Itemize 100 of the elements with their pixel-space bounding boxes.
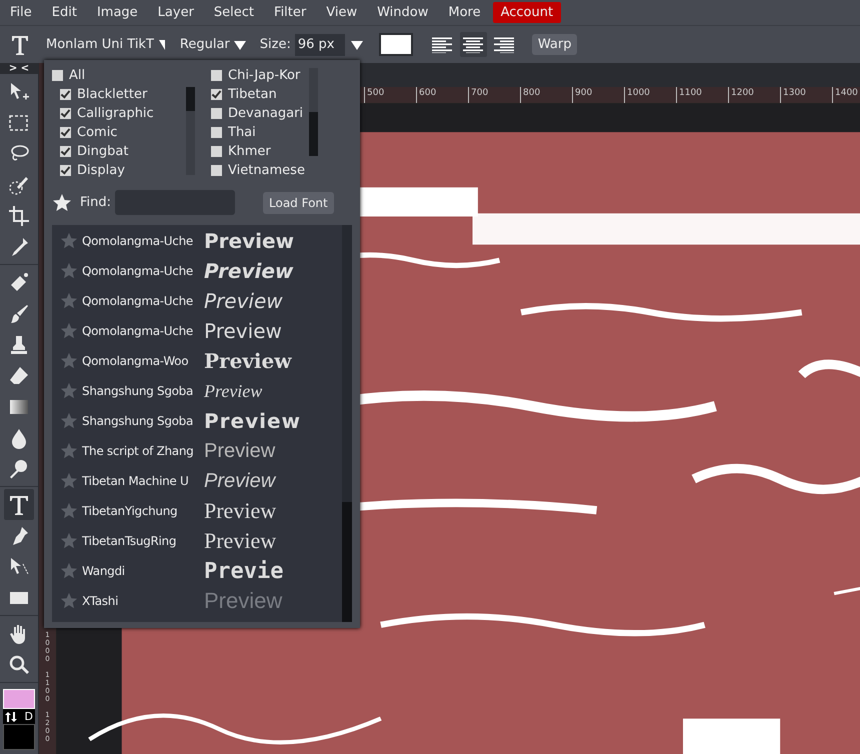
star-icon[interactable] bbox=[60, 262, 78, 280]
size-field[interactable]: 96 px bbox=[294, 34, 345, 56]
font-preview: Preview bbox=[204, 380, 262, 402]
font-name: Qomolangma-Uche bbox=[82, 324, 194, 338]
scrollbar[interactable] bbox=[186, 87, 195, 175]
type-tool-icon bbox=[10, 34, 30, 56]
caret-icon[interactable] bbox=[350, 40, 363, 50]
font-preview: Preview bbox=[204, 528, 276, 554]
align-center-icon[interactable] bbox=[460, 32, 487, 57]
font-preview: Preview bbox=[204, 470, 276, 492]
ruler-label: 1400 bbox=[832, 87, 860, 103]
star-icon[interactable] bbox=[60, 382, 78, 400]
menu-item[interactable]: File bbox=[2, 2, 40, 23]
star-icon[interactable] bbox=[60, 442, 78, 460]
ruler-label: 1200 bbox=[728, 87, 780, 103]
checkbox[interactable] bbox=[60, 146, 71, 157]
star-icon[interactable] bbox=[60, 412, 78, 430]
font-preview: Preview bbox=[204, 440, 276, 462]
checkbox-label: All bbox=[69, 68, 86, 83]
font-preview: Previe bbox=[204, 558, 284, 584]
menu-item[interactable]: Edit bbox=[44, 2, 85, 23]
menu-item[interactable]: Select bbox=[206, 2, 262, 23]
checkbox-label: Dingbat bbox=[77, 144, 128, 159]
caret-icon bbox=[158, 40, 166, 50]
color-swatch[interactable] bbox=[378, 33, 413, 56]
font-name: The script of Zhang bbox=[82, 444, 194, 458]
menu-item[interactable]: View bbox=[318, 2, 366, 23]
find-label: Find: bbox=[80, 195, 112, 210]
checkbox[interactable] bbox=[60, 89, 71, 100]
menu-item[interactable]: Account bbox=[492, 2, 562, 23]
checkbox-label: Tibetan bbox=[228, 87, 277, 102]
menu-item[interactable]: Filter bbox=[266, 2, 314, 23]
font-name: Qomolangma-Uche bbox=[82, 234, 194, 248]
font-name: TibetanTsugRing bbox=[82, 534, 178, 548]
font-dropdown[interactable]: Monlam Uni TikT bbox=[46, 37, 166, 52]
menu-item[interactable]: Layer bbox=[150, 2, 202, 23]
menu-item[interactable]: Window bbox=[369, 2, 436, 23]
ruler-label: 1100 bbox=[676, 87, 728, 103]
checkbox[interactable] bbox=[60, 108, 71, 119]
eraser-icon bbox=[8, 364, 30, 386]
star-icon[interactable] bbox=[60, 502, 78, 520]
load-font-button[interactable]: Load Font bbox=[263, 192, 334, 214]
font-preview: Preview bbox=[204, 319, 282, 343]
menu-item[interactable]: Image bbox=[88, 2, 146, 23]
checkbox-label: Display bbox=[77, 163, 125, 178]
ruler-label: 1300 bbox=[780, 87, 832, 103]
style-dropdown[interactable]: Regular bbox=[180, 37, 246, 52]
star-icon[interactable] bbox=[60, 322, 78, 340]
scrollbar-thumb[interactable] bbox=[186, 87, 195, 111]
scrollbar[interactable] bbox=[342, 225, 352, 622]
font-preview: Preview bbox=[204, 289, 283, 313]
font-name: XTashi bbox=[82, 594, 120, 608]
type-tool[interactable] bbox=[4, 489, 34, 520]
brush-icon bbox=[8, 302, 30, 324]
star-icon[interactable] bbox=[60, 472, 78, 490]
zoom-icon bbox=[8, 654, 30, 676]
font-name: Wangdi bbox=[82, 564, 126, 578]
checkbox[interactable] bbox=[211, 146, 222, 157]
checkbox-label: Calligraphic bbox=[77, 106, 154, 121]
star-icon[interactable] bbox=[60, 292, 78, 310]
star-icon[interactable] bbox=[60, 352, 78, 370]
star-icon[interactable] bbox=[60, 592, 78, 610]
font-name: TibetanYigchung bbox=[82, 504, 178, 518]
scrollbar-thumb[interactable] bbox=[309, 112, 318, 156]
checkbox-label: Khmer bbox=[228, 144, 271, 159]
checkbox[interactable] bbox=[211, 89, 222, 100]
checkbox[interactable] bbox=[60, 127, 71, 138]
star-icon[interactable] bbox=[60, 532, 78, 550]
scrollbar-thumb[interactable] bbox=[342, 502, 352, 622]
font-preview: Preview bbox=[204, 588, 282, 614]
star-icon[interactable] bbox=[60, 562, 78, 580]
checkbox-label: Chi-Jap-Kor bbox=[228, 68, 300, 83]
checkbox[interactable] bbox=[211, 108, 222, 119]
collapse-toggle[interactable]: > < bbox=[0, 63, 38, 74]
background-color-swatch[interactable] bbox=[3, 724, 35, 750]
font-name: Shangshung Sgoba bbox=[82, 384, 194, 398]
font-preview: Preview bbox=[204, 409, 302, 433]
move-arrow-icon bbox=[8, 80, 30, 102]
font-preview: Preview bbox=[204, 259, 294, 283]
ruler-label: 600 bbox=[416, 87, 468, 103]
swap-icon[interactable] bbox=[5, 710, 17, 722]
checkbox[interactable] bbox=[52, 70, 63, 81]
font-name: Qomolangma-Uche bbox=[82, 294, 194, 308]
ruler-label: 900 bbox=[572, 87, 624, 103]
checkbox[interactable] bbox=[211, 127, 222, 138]
star-icon[interactable] bbox=[52, 192, 72, 212]
menu-item[interactable]: More bbox=[440, 2, 489, 23]
checkbox-label: Vietnamese bbox=[228, 163, 305, 176]
font-preview: Preview bbox=[204, 349, 292, 373]
star-icon[interactable] bbox=[60, 232, 78, 250]
foreground-color-swatch[interactable] bbox=[3, 689, 35, 709]
checkbox[interactable] bbox=[211, 165, 222, 176]
checkbox[interactable] bbox=[211, 70, 222, 81]
warp-button[interactable]: Warp bbox=[532, 34, 578, 55]
crop-icon bbox=[8, 204, 30, 226]
find-field[interactable] bbox=[115, 190, 236, 215]
font-name: Qomolangma-Woo bbox=[82, 354, 190, 368]
checkbox-label: Blackletter bbox=[77, 87, 148, 102]
scrollbar[interactable] bbox=[309, 68, 318, 156]
checkbox[interactable] bbox=[60, 165, 71, 176]
